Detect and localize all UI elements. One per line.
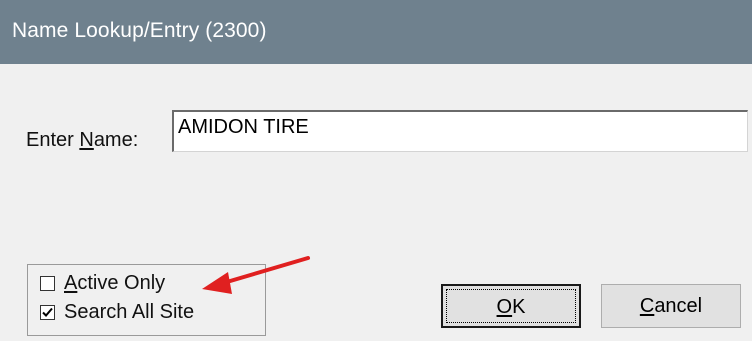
ok-button-label-rest: K [512,296,526,318]
checkmark-icon [42,307,53,317]
search-all-site-checkbox[interactable] [40,305,55,320]
active-only-label-rest: ctive Only [77,272,166,294]
cancel-button-label-accelerator: C [639,295,655,317]
annotation-arrow-icon [202,256,310,294]
enter-name-label-accelerator: N [79,129,94,151]
ok-button-label: OK [443,296,579,319]
name-input-value: AMIDON TIRE [178,116,309,138]
ok-button-label-accelerator: O [496,296,513,318]
active-only-label: Active Only [64,272,165,295]
title-bar[interactable]: Name Lookup/Entry (2300) [0,0,752,64]
active-only-label-accelerator: A [64,272,78,294]
name-lookup-dialog: Name Lookup/Entry (2300) Enter Name: AMI… [0,0,752,341]
enter-name-label-prefix: Enter [26,129,80,151]
window-title: Name Lookup/Entry (2300) [12,19,267,42]
search-all-site-label: Search All Site [64,301,195,323]
enter-name-label-suffix: ame: [93,129,139,151]
cancel-button-label: Cancel [602,295,740,318]
enter-name-label: Enter Name: [26,129,138,152]
ok-button[interactable]: OK [441,284,581,328]
cancel-button[interactable]: Cancel [601,284,741,328]
cancel-button-label-rest: ancel [654,295,703,317]
name-input[interactable]: AMIDON TIRE [172,110,748,152]
active-only-checkbox[interactable] [40,276,55,291]
